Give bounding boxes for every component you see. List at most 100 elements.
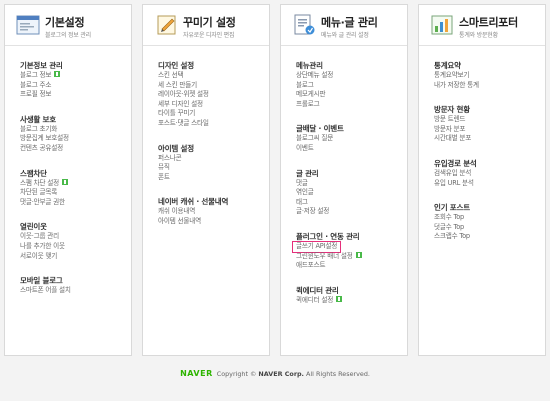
menu-link[interactable]: 아이템 선물내역 xyxy=(158,217,265,227)
menu-link-label: 나를 추가한 이웃 xyxy=(20,241,65,250)
section-title[interactable]: 사생활 보호 xyxy=(20,114,127,125)
menu-section: 글 관리 댓글 엮인글 태그 글·저장 설정 xyxy=(296,168,403,217)
section-title[interactable]: 플러그인 · 연동 관리 xyxy=(296,231,403,242)
menu-section: 통계요약 통계요약보기 내가 저장한 통계 xyxy=(434,60,541,90)
section-title[interactable]: 디자인 설정 xyxy=(158,60,265,71)
naver-logo[interactable]: NAVER xyxy=(180,369,213,378)
menu-link[interactable]: 포스트·댓글 스타일 xyxy=(158,119,265,129)
section-title[interactable]: 방문자 현황 xyxy=(434,104,541,115)
menu-link-label: 프로필 정보 xyxy=(20,90,52,99)
menu-link[interactable]: 유입 URL 분석 xyxy=(434,179,541,189)
section-title[interactable]: 네이버 캐쉬 · 선물내역 xyxy=(158,196,265,207)
menu-link[interactable]: 서로이웃 맺기 xyxy=(20,252,127,262)
menu-link[interactable]: 폰트 xyxy=(158,173,265,183)
menu-link[interactable]: 퀵에디터 설정 xyxy=(296,295,403,306)
menu-link-label: 세부 디자인 설정 xyxy=(158,99,203,108)
menu-document-icon xyxy=(294,14,315,35)
menu-link[interactable]: 뮤직 xyxy=(158,163,265,173)
menu-link[interactable]: 차단된 글목록 xyxy=(20,188,127,198)
section-title[interactable]: 유입경로 분석 xyxy=(434,158,541,169)
menu-link[interactable]: 댓글·안부글 권한 xyxy=(20,198,127,208)
menu-link[interactable]: 이웃·그룹 관리 xyxy=(20,232,127,242)
menu-link[interactable]: 스크랩수 Top xyxy=(434,232,541,242)
menu-link[interactable]: 애드포스트 xyxy=(296,261,403,271)
menu-link[interactable]: 방문자 분포 xyxy=(434,125,541,135)
menu-link[interactable]: 블로그 xyxy=(296,81,403,91)
column-subtitle: 메뉴와 글 관리 설정 xyxy=(321,32,369,39)
menu-link[interactable]: 시간대별 분포 xyxy=(434,134,541,144)
menu-link[interactable]: 그린윈도우 배너 설정 xyxy=(296,251,403,262)
menu-link[interactable]: 스마트폰 어플 설치 xyxy=(20,286,127,296)
section-title[interactable]: 통계요약 xyxy=(434,60,541,71)
section-title[interactable]: 글배달 · 이벤트 xyxy=(296,123,403,134)
section-title[interactable]: 퀵에디터 관리 xyxy=(296,285,403,296)
menu-link[interactable]: 이벤트 xyxy=(296,144,403,154)
menu-link-label: 이벤트 xyxy=(296,143,314,152)
menu-link[interactable]: 레이아웃·위젯 설정 xyxy=(158,90,265,100)
menu-link-label: 컨텐츠 공유설정 xyxy=(20,143,63,152)
menu-link[interactable]: 블로그 초기화 xyxy=(20,125,127,135)
column-title[interactable]: 메뉴·글 관리 xyxy=(321,14,378,30)
menu-link[interactable]: 통계요약보기 xyxy=(434,71,541,81)
menu-link-label: 블로그 주소 xyxy=(20,80,52,89)
rights-text: All Rights Reserved. xyxy=(303,370,370,378)
menu-link-label: 타이틀 꾸미기 xyxy=(158,109,196,118)
section-title[interactable]: 스팸차단 xyxy=(20,168,127,179)
menu-link[interactable]: 엮인글 xyxy=(296,188,403,198)
smart-reporter-chart-icon xyxy=(431,15,453,35)
menu-link[interactable]: 블로그 정보 xyxy=(20,71,127,81)
menu-link[interactable]: 메모게시판 xyxy=(296,90,403,100)
menu-link-highlighted[interactable]: 글쓰기 API설정 xyxy=(291,240,403,253)
menu-section: 인기 포스트 조회수 Top 덧글수 Top 스크랩수 Top xyxy=(434,202,541,242)
menu-link-label: 시간대별 분포 xyxy=(434,134,472,143)
menu-link[interactable]: 방문 트렌드 xyxy=(434,115,541,125)
column-title[interactable]: 꾸미기 설정 xyxy=(183,14,236,30)
menu-link[interactable]: 스킨 선택 xyxy=(158,71,265,81)
menu-link[interactable]: 내가 저장한 통계 xyxy=(434,81,541,91)
menu-link[interactable]: 덧글수 Top xyxy=(434,223,541,233)
menu-link[interactable]: 태그 xyxy=(296,198,403,208)
column-title[interactable]: 기본설정 xyxy=(45,14,85,30)
menu-link[interactable]: 스팸 차단 설정 xyxy=(20,178,127,189)
menu-section: 방문자 현황 방문 트렌드 방문자 분포 시간대별 분포 xyxy=(434,104,541,144)
menu-link-label: 세 스킨 만들기 xyxy=(158,80,197,89)
section-title[interactable]: 열린이웃 xyxy=(20,221,127,232)
menu-link[interactable]: 퍼스나콘 xyxy=(158,154,265,164)
menu-link-label: 그린윈도우 배너 설정 xyxy=(296,251,353,260)
section-title[interactable]: 인기 포스트 xyxy=(434,202,541,213)
menu-link[interactable]: 타이틀 꾸미기 xyxy=(158,109,265,119)
column-smart-reporter: 스마트리포터 통계와 방문현황 통계요약 통계요약보기 내가 저장한 통계 방문자 현… xyxy=(418,4,546,356)
section-title[interactable]: 글 관리 xyxy=(296,168,403,179)
menu-link[interactable]: 상단메뉴 설정 xyxy=(296,71,403,81)
menu-link[interactable]: 프로필 정보 xyxy=(20,90,127,100)
menu-section: 모바일 블로그 스마트폰 어플 설치 xyxy=(20,275,127,296)
menu-link[interactable]: 방문집계 보호설정 xyxy=(20,134,127,144)
section-title[interactable]: 기본정보 관리 xyxy=(20,60,127,71)
menu-link-label: 메모게시판 xyxy=(296,90,326,99)
menu-link[interactable]: 프롤로그 xyxy=(296,100,403,110)
menu-link[interactable]: 나를 추가한 이웃 xyxy=(20,242,127,252)
menu-link-label: 블로그 정보 xyxy=(20,71,52,79)
menu-link[interactable]: 댓글 xyxy=(296,179,403,189)
column-basic-settings: 기본설정 블로그의 정보 관리 기본정보 관리 블로그 정보 블로그 주소 프로필 정… xyxy=(4,4,132,356)
menu-link[interactable]: 세 스킨 만들기 xyxy=(158,81,265,91)
menu-link[interactable]: 검색유입 분석 xyxy=(434,169,541,179)
menu-section: 플러그인 · 연동 관리 글쓰기 API설정 그린윈도우 배너 설정 애드포스트 xyxy=(291,231,403,271)
menu-section: 사생활 보호 블로그 초기화 방문집계 보호설정 컨텐츠 공유설정 xyxy=(20,114,127,154)
section-title[interactable]: 메뉴관리 xyxy=(296,60,403,71)
menu-link[interactable]: 블로그 주소 xyxy=(20,81,127,91)
menu-link[interactable]: 조회수 Top xyxy=(434,213,541,223)
menu-link-label: 방문집계 보호설정 xyxy=(20,134,69,143)
menu-link-label: 덧글수 Top xyxy=(434,222,465,231)
menu-link[interactable]: 캐쉬 이용내역 xyxy=(158,207,265,217)
menu-link[interactable]: 컨텐츠 공유설정 xyxy=(20,144,127,154)
menu-link[interactable]: 글·저장 설정 xyxy=(296,207,403,217)
section-title[interactable]: 모바일 블로그 xyxy=(20,275,127,286)
menu-link[interactable]: 블로그씨 질문 xyxy=(296,134,403,144)
section-title[interactable]: 아이템 설정 xyxy=(158,143,265,154)
copyright-prefix: Copyright © xyxy=(216,370,259,378)
column-title[interactable]: 스마트리포터 xyxy=(459,14,518,30)
menu-link-label: 검색유입 분석 xyxy=(434,168,472,177)
menu-link-label: 상단메뉴 설정 xyxy=(296,71,334,79)
menu-link[interactable]: 세부 디자인 설정 xyxy=(158,100,265,110)
